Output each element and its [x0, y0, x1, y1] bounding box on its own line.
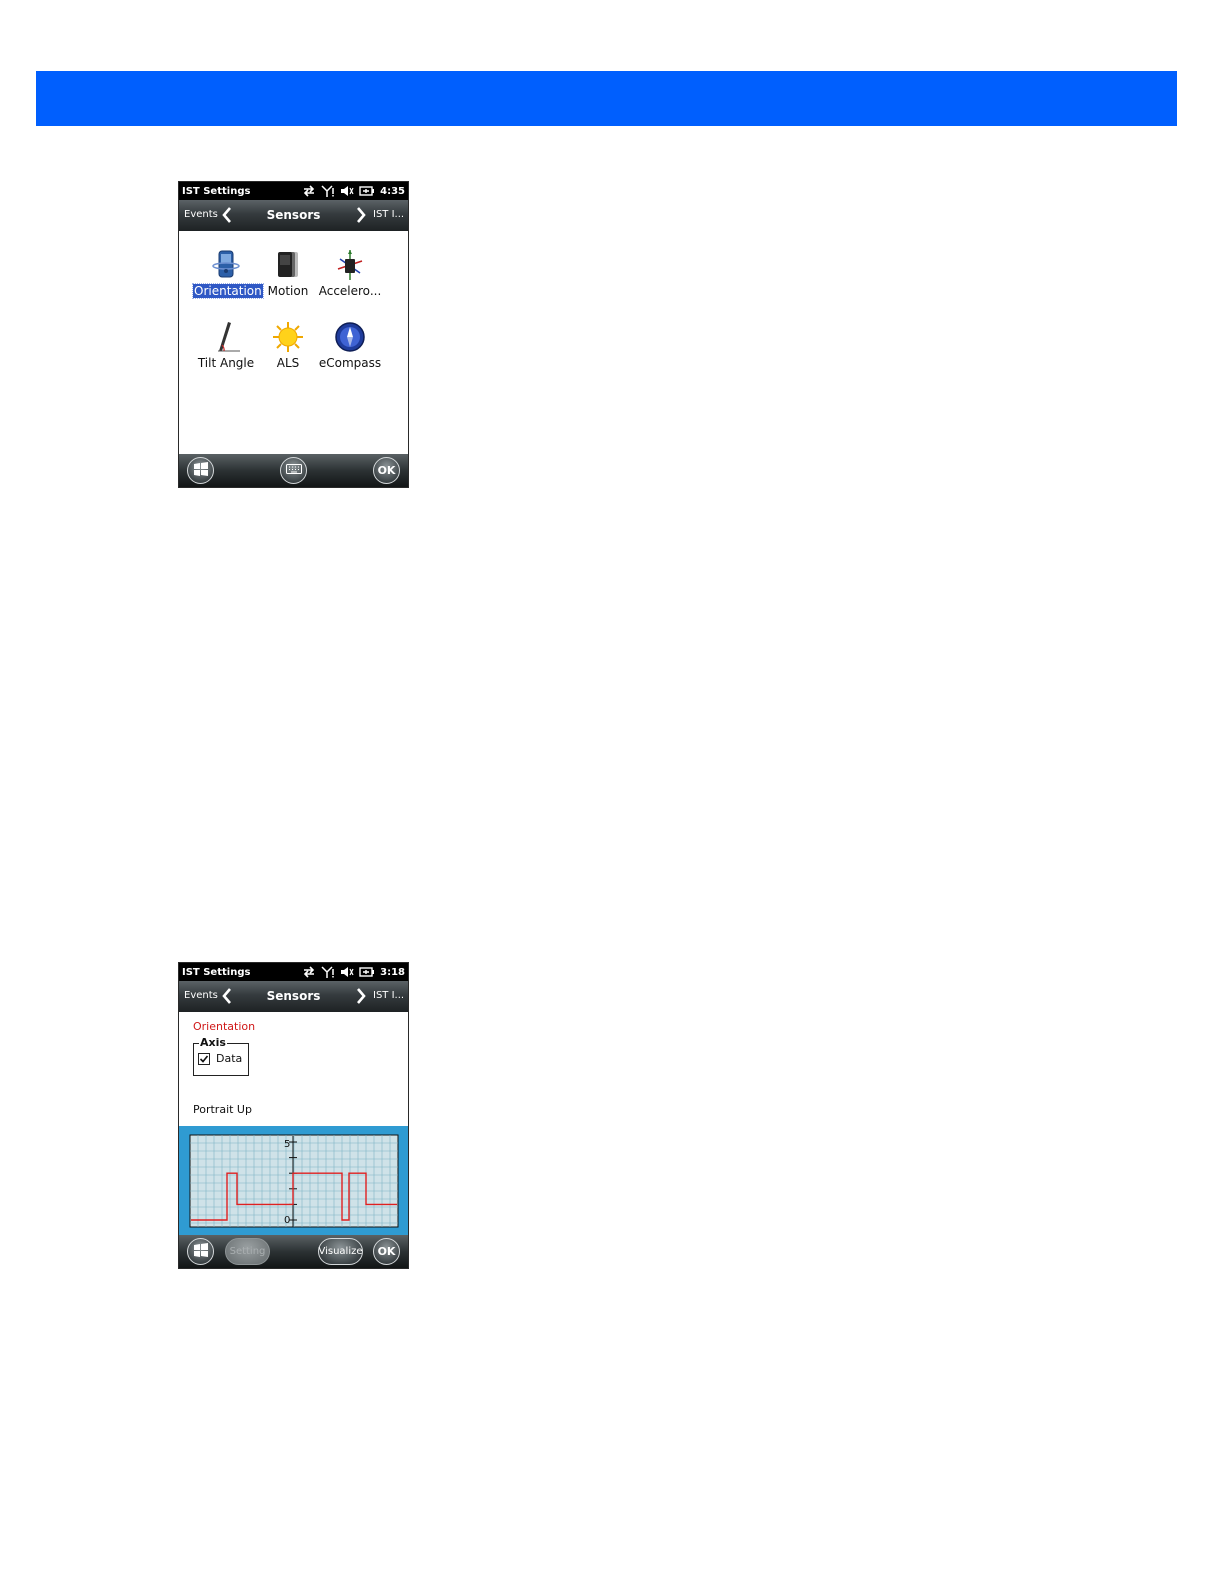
signal-icon[interactable]: [321, 185, 335, 197]
accelerometer-icon: [334, 249, 366, 281]
speaker-muted-icon[interactable]: [340, 966, 354, 978]
clock-time[interactable]: 4:35: [380, 186, 405, 197]
sensor-item-motion[interactable]: Motion: [255, 249, 321, 309]
axis-legend: Axis: [199, 1036, 227, 1049]
chevron-right-icon[interactable]: [355, 988, 367, 1009]
axis-groupbox: Axis Data: [193, 1036, 249, 1076]
sensor-item-als[interactable]: ALS: [255, 321, 321, 381]
sensor-grid: Orientation Motion Accelero... Tilt Angl…: [179, 231, 408, 455]
sensor-item-tilt-angle[interactable]: Tilt Angle: [193, 321, 259, 381]
windows-start-icon: [193, 461, 209, 480]
nav-next-label[interactable]: IST I...: [373, 990, 404, 1001]
orientation-phone-icon: [210, 249, 242, 281]
page-header-banner: [36, 71, 1177, 126]
ok-button[interactable]: OK: [373, 1238, 400, 1265]
nav-next-label[interactable]: IST I...: [373, 209, 404, 220]
ok-button[interactable]: OK: [373, 457, 400, 484]
setting-button[interactable]: Setting: [225, 1238, 270, 1265]
battery-charging-icon[interactable]: [359, 185, 375, 197]
soft-key-bar: OK: [179, 454, 408, 487]
orientation-graph: 5 0: [189, 1134, 399, 1228]
nav-bar: Events Sensors IST I...: [179, 200, 408, 231]
start-button[interactable]: [187, 457, 214, 484]
orientation-panel: Orientation Axis Data Portrait Up 5 0: [179, 1012, 408, 1236]
speaker-muted-icon[interactable]: [340, 185, 354, 197]
soft-key-bar: Setting Visualize OK: [179, 1235, 408, 1268]
windows-start-icon: [193, 1242, 209, 1261]
motion-phone-icon: [272, 249, 304, 281]
orientation-graph-panel: 5 0: [179, 1126, 408, 1236]
sensor-label: Accelero...: [318, 284, 382, 298]
checkmark-icon: [199, 1054, 209, 1064]
sensor-label: eCompass: [318, 356, 382, 370]
sensor-item-accelerometer[interactable]: Accelero...: [317, 249, 383, 309]
sensor-label: Motion: [267, 284, 309, 298]
sensor-label: ALS: [276, 356, 300, 370]
graph-tick-label: 5: [284, 1139, 290, 1150]
orientation-title: Orientation: [193, 1020, 256, 1033]
sensor-item-ecompass[interactable]: eCompass: [317, 321, 383, 381]
data-checkbox[interactable]: [198, 1053, 210, 1065]
battery-charging-icon[interactable]: [359, 966, 375, 978]
sync-arrows-icon[interactable]: [302, 185, 316, 197]
compass-icon: [334, 321, 366, 353]
keyboard-icon: [285, 463, 302, 478]
status-title: IST Settings: [182, 966, 251, 978]
sun-icon: [272, 321, 304, 353]
status-bar: IST Settings 4:35: [179, 182, 408, 200]
graph-tick-label: 0: [284, 1215, 290, 1226]
tilt-angle-icon: [210, 321, 242, 353]
status-title: IST Settings: [182, 185, 251, 197]
clock-time[interactable]: 3:18: [380, 967, 405, 978]
sync-arrows-icon[interactable]: [302, 966, 316, 978]
sensor-label: Tilt Angle: [197, 356, 255, 370]
orientation-state: Portrait Up: [193, 1103, 252, 1116]
keyboard-button[interactable]: [280, 457, 307, 484]
chevron-right-icon[interactable]: [355, 207, 367, 228]
nav-bar: Events Sensors IST I...: [179, 981, 408, 1012]
sensor-item-orientation[interactable]: Orientation: [192, 249, 264, 309]
signal-icon[interactable]: [321, 966, 335, 978]
visualize-button[interactable]: Visualize: [318, 1238, 363, 1265]
device-screen-sensors-list: IST Settings 4:35 Events Sensors IST I..…: [178, 181, 409, 488]
status-bar: IST Settings 3:18: [179, 963, 408, 981]
start-button[interactable]: [187, 1238, 214, 1265]
sensor-label: Orientation: [192, 283, 264, 299]
data-checkbox-label[interactable]: Data: [216, 1052, 242, 1065]
device-screen-orientation: IST Settings 3:18 Events Sensors IST I..…: [178, 962, 409, 1269]
